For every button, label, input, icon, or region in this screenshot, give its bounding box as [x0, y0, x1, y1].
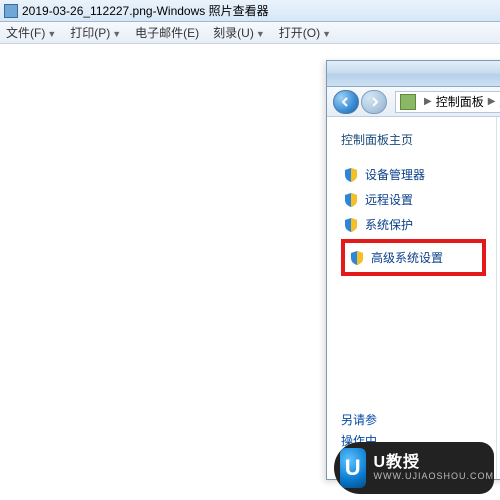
- sidebar-item-advanced-system[interactable]: 高级系统设置: [347, 245, 480, 270]
- shield-icon: [349, 250, 365, 266]
- menu-print[interactable]: 打印(P)▼: [70, 24, 121, 41]
- inner-body: 控制面板主页 设备管理器 远程设置 系统保护 高级系统设置 另请参: [327, 117, 500, 479]
- control-panel-icon: [400, 94, 416, 110]
- sidebar-item-remote-settings[interactable]: 远程设置: [341, 187, 486, 212]
- sidebar-item-label: 远程设置: [365, 191, 413, 208]
- inner-titlebar[interactable]: [327, 61, 500, 87]
- app-icon: [4, 4, 18, 18]
- nav-buttons: [333, 90, 387, 114]
- sidebar-item-label: 高级系统设置: [371, 249, 443, 266]
- sidebar-item-label: 系统保护: [365, 216, 413, 233]
- chevron-down-icon: ▼: [322, 29, 331, 39]
- shield-icon: [343, 192, 359, 208]
- breadcrumb-item-1[interactable]: 控制面板: [436, 93, 484, 110]
- shield-icon: [343, 217, 359, 233]
- sidebar: 控制面板主页 设备管理器 远程设置 系统保护 高级系统设置 另请参: [327, 117, 497, 479]
- footer-line-1: 另请参: [341, 411, 390, 428]
- menu-file[interactable]: 文件(F)▼: [6, 24, 56, 41]
- watermark-text: U教授 WWW.UJIAOSHOU.COM: [374, 454, 495, 481]
- outer-titlebar[interactable]: 2019-03-26_112227.png - Windows 照片查看器: [0, 0, 500, 22]
- chevron-right-icon: ▶: [488, 96, 496, 107]
- watermark-badge: U教授 WWW.UJIAOSHOU.COM: [334, 442, 494, 494]
- highlight-box: 高级系统设置: [341, 239, 486, 276]
- chevron-right-icon: ▶: [424, 96, 432, 107]
- chevron-down-icon: ▼: [256, 29, 265, 39]
- arrow-right-icon: [369, 97, 379, 107]
- forward-button[interactable]: [361, 90, 387, 114]
- sidebar-item-label: 设备管理器: [365, 166, 425, 183]
- watermark-icon: [340, 448, 366, 488]
- inner-toolbar: ▶ 控制面板 ▶ 所有: [327, 87, 500, 117]
- menu-email[interactable]: 电子邮件(E): [135, 24, 199, 41]
- watermark-url: WWW.UJIAOSHOU.COM: [374, 472, 495, 482]
- sidebar-item-system-protection[interactable]: 系统保护: [341, 212, 486, 237]
- back-button[interactable]: [333, 90, 359, 114]
- watermark-brand: U教授: [374, 454, 495, 472]
- chevron-down-icon: ▼: [112, 29, 121, 39]
- menu-burn[interactable]: 刻录(U)▼: [213, 24, 265, 41]
- sidebar-item-device-manager[interactable]: 设备管理器: [341, 162, 486, 187]
- breadcrumb[interactable]: ▶ 控制面板 ▶ 所有: [395, 91, 500, 113]
- shield-icon: [343, 167, 359, 183]
- sidebar-title: 控制面板主页: [341, 131, 486, 148]
- title-app: Windows 照片查看器: [157, 2, 269, 19]
- title-filename: 2019-03-26_112227.png: [22, 4, 153, 18]
- outer-menubar: 文件(F)▼ 打印(P)▼ 电子邮件(E) 刻录(U)▼ 打开(O)▼: [0, 22, 500, 44]
- chevron-down-icon: ▼: [47, 29, 56, 39]
- menu-open[interactable]: 打开(O)▼: [279, 24, 331, 41]
- control-panel-window: ▶ 控制面板 ▶ 所有 控制面板主页 设备管理器 远程设置 系统保护: [326, 60, 500, 480]
- arrow-left-icon: [341, 97, 351, 107]
